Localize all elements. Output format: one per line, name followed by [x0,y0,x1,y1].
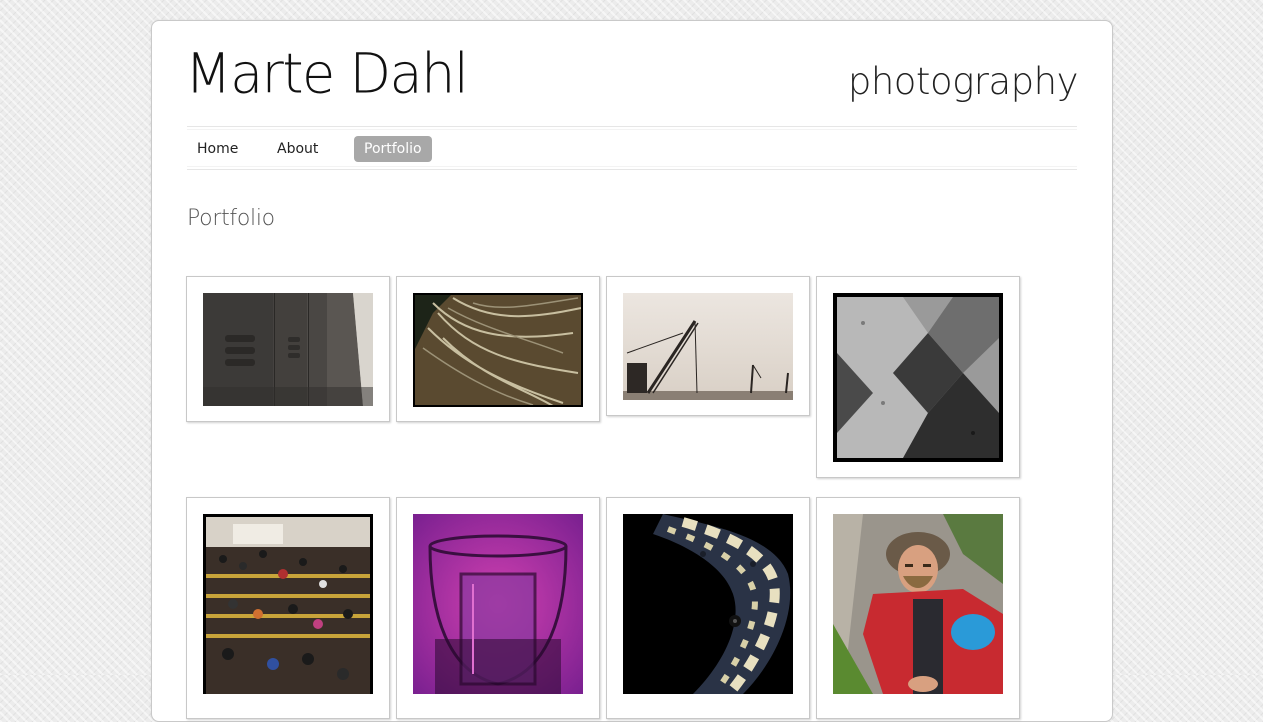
main-nav: Home About Portfolio [187,126,1077,170]
thumbnail-man-fur-hat[interactable] [816,497,1020,719]
photo-snake [623,514,793,694]
page-heading: Portfolio [187,206,275,231]
photo-tree-roots [413,293,583,407]
page-container: Marte Dahl photography Home About Portfo… [151,20,1113,722]
nav-home[interactable]: Home [187,136,248,162]
nav-about[interactable]: About [267,136,328,162]
site-tagline: photography [847,60,1079,103]
photo-lockers [203,293,373,406]
photo-man-fur-hat [833,514,1003,694]
thumbnail-snake[interactable] [606,497,810,719]
site-title[interactable]: Marte Dahl [185,38,469,109]
photo-cranes [623,293,793,400]
photo-stairs [833,293,1003,462]
nav-portfolio[interactable]: Portfolio [354,136,432,162]
photo-glass [413,514,583,694]
thumbnail-tree-roots[interactable] [396,276,600,422]
thumbnail-glass[interactable] [396,497,600,719]
thumbnail-cranes[interactable] [606,276,810,416]
photo-crowd [203,514,373,694]
thumbnail-stairs[interactable] [816,276,1020,478]
thumbnail-crowd[interactable] [186,497,390,719]
thumbnail-lockers[interactable] [186,276,390,422]
